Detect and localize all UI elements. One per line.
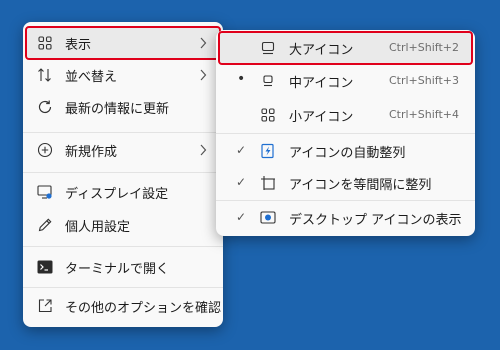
menu-separator [216,133,475,134]
add-circle-icon [37,142,53,158]
small-icons-icon [260,107,276,123]
menu-item-label: その他のオプションを確認 [65,301,222,316]
chevron-right-icon [199,37,207,53]
check-icon: ✓ [236,210,247,224]
menu-item-label: 小アイコン [289,110,354,125]
menu-separator [23,132,223,133]
chevron-right-icon [199,144,207,160]
sort-icon [37,67,53,83]
selection-mark [236,40,248,54]
menu-separator [23,287,223,288]
auto-arrange-icon [260,143,276,159]
menu-item-label: ターミナルで開く [65,262,170,277]
menu-item-label: デスクトップ アイコンの表示 [289,213,462,228]
pen-icon [37,217,53,233]
menu-item-sort[interactable]: 並べ替え [27,60,219,90]
submenu-item-small-icons[interactable]: 小アイコン Ctrl+Shift+4 [220,100,471,130]
menu-item-open-terminal[interactable]: ターミナルで開く [27,252,219,282]
check-icon: ✓ [236,175,247,189]
selection-mark [236,107,248,121]
menu-separator [216,200,475,201]
menu-item-label: アイコンの自動整列 [289,146,406,161]
display-settings-icon [37,184,53,200]
menu-item-label: ディスプレイ設定 [65,187,169,202]
shortcut-text: Ctrl+Shift+2 [388,41,459,54]
menu-item-label: 新規作成 [65,145,118,160]
menu-item-label: アイコンを等間隔に整列 [289,178,432,193]
menu-item-personalize[interactable]: 個人用設定 [27,210,219,240]
menu-item-display-settings[interactable]: ディスプレイ設定 [27,177,219,207]
terminal-icon [37,259,53,275]
check-icon: ✓ [236,143,247,157]
submenu-item-auto-arrange[interactable]: ✓ アイコンの自動整列 [220,136,471,166]
submenu-item-medium-icons[interactable]: • 中アイコン Ctrl+Shift+3 [220,66,471,96]
medium-icon [260,73,276,89]
menu-item-label: 個人用設定 [65,220,131,235]
open-external-icon [37,298,53,314]
menu-item-new[interactable]: 新規作成 [27,135,219,165]
menu-item-label: 大アイコン [289,43,354,58]
chevron-right-icon [199,69,207,85]
menu-item-refresh[interactable]: 最新の情報に更新 [27,92,219,122]
large-icon [260,40,276,56]
submenu-item-align-to-grid[interactable]: ✓ アイコンを等間隔に整列 [220,168,471,198]
menu-item-more-options[interactable]: その他のオプションを確認 [27,291,222,321]
menu-separator [23,172,223,173]
submenu-item-large-icons[interactable]: 大アイコン Ctrl+Shift+2 [218,31,473,65]
menu-item-label: 並べ替え [65,70,118,85]
view-submenu: 大アイコン Ctrl+Shift+2 • 中アイコン Ctrl+Shift+3 … [216,30,475,236]
align-grid-icon [260,175,276,191]
refresh-icon [37,99,53,115]
menu-separator [23,246,223,247]
selected-bullet: • [237,71,246,87]
menu-item-label: 中アイコン [289,76,354,91]
menu-item-label: 表示 [65,38,92,53]
desktop-context-menu: 表示 並べ替え 最新の情報に更新 新規作成 ディスプレイ設定 個人用設定 ターミ… [23,22,223,327]
grid-icon [37,35,53,51]
menu-item-view[interactable]: 表示 [25,26,221,60]
submenu-item-show-desktop-icons[interactable]: ✓ デスクトップ アイコンの表示 [220,203,471,233]
show-desktop-icons-icon [260,210,276,226]
menu-item-label: 最新の情報に更新 [65,102,170,117]
shortcut-text: Ctrl+Shift+3 [388,74,459,87]
shortcut-text: Ctrl+Shift+4 [388,108,459,121]
